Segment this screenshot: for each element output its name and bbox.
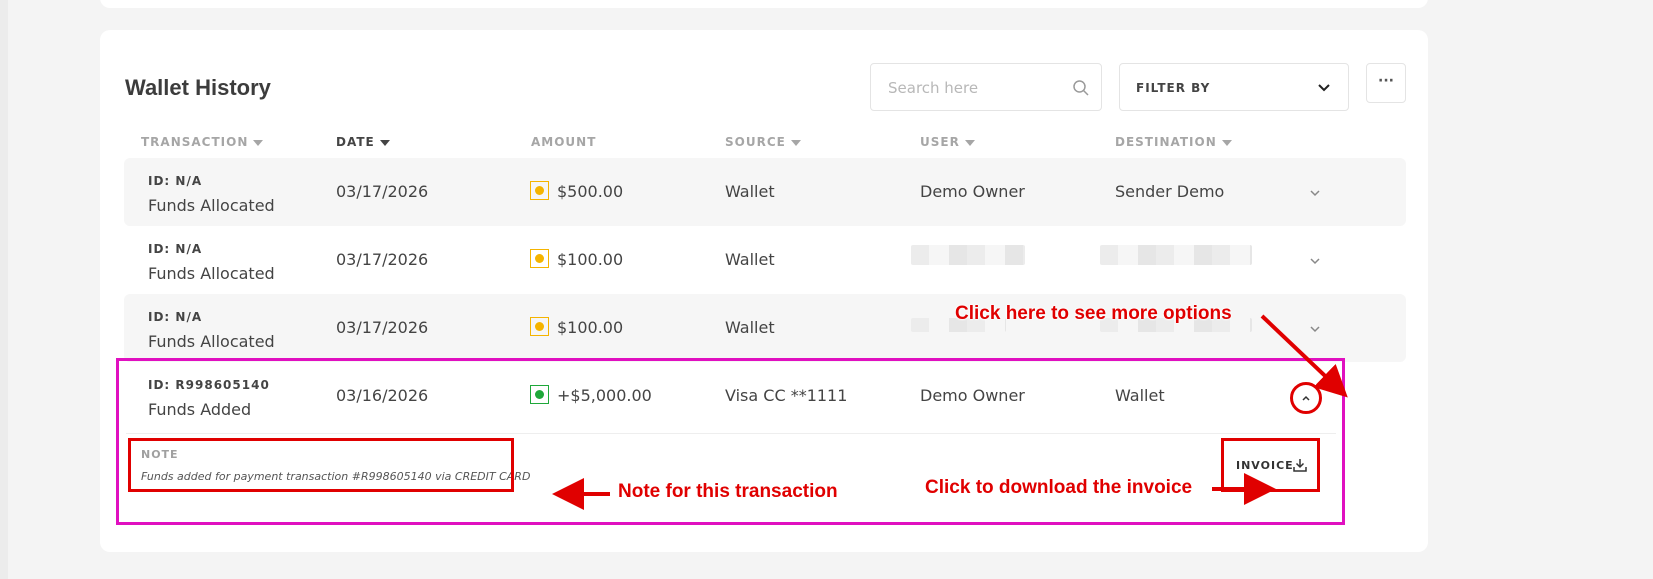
annotation-invoice: Click to download the invoice bbox=[925, 477, 1193, 498]
annotation-note: Note for this transaction bbox=[618, 481, 838, 502]
annotation-more-options: Click here to see more options bbox=[955, 303, 1232, 324]
